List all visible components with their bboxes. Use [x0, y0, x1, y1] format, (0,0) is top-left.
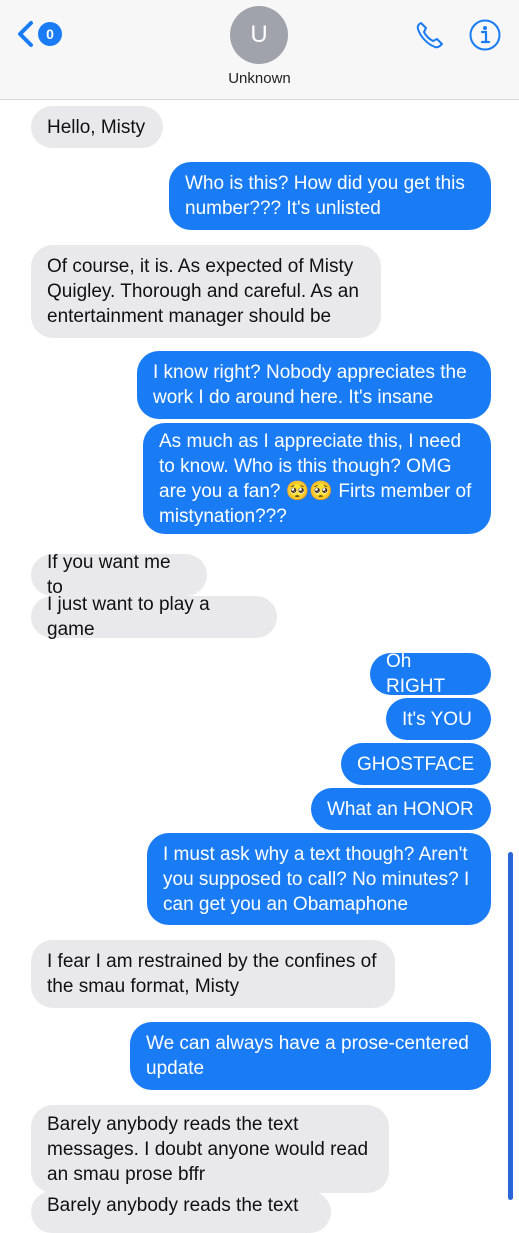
avatar-initial: U [250, 21, 268, 48]
unread-badge: 0 [38, 22, 62, 46]
message-bubble-incoming[interactable]: Barely anybody reads the text [31, 1191, 331, 1233]
message-bubble-outgoing[interactable]: I know right? Nobody appreciates the wor… [137, 351, 491, 419]
back-button[interactable]: 0 [16, 20, 62, 48]
message-bubble-outgoing[interactable]: As much as I appreciate this, I need to … [143, 423, 491, 534]
phone-icon [416, 22, 443, 49]
message-bubble-incoming[interactable]: I just want to play a game [31, 594, 277, 640]
message-bubble-outgoing[interactable]: What an HONOR [311, 788, 491, 830]
conversation-header: 0 U Unknown [0, 0, 519, 100]
message-bubble-outgoing[interactable]: It's YOU [386, 698, 491, 740]
message-bubble-incoming[interactable]: Barely anybody reads the text messages. … [31, 1105, 389, 1193]
call-button[interactable] [414, 19, 446, 51]
message-bubble-incoming[interactable]: Hello, Misty [31, 106, 163, 148]
info-icon [469, 19, 501, 51]
info-button[interactable] [468, 18, 502, 52]
message-bubble-incoming[interactable]: I fear I am restrained by the confines o… [31, 940, 395, 1008]
message-bubble-incoming[interactable]: If you want me to [31, 552, 207, 598]
message-bubble-outgoing[interactable]: Oh RIGHT [370, 651, 491, 697]
chevron-left-icon [18, 21, 33, 47]
message-bubble-outgoing[interactable]: Who is this? How did you get this number… [169, 162, 491, 230]
message-bubble-incoming[interactable]: Of course, it is. As expected of Misty Q… [31, 245, 381, 338]
contact-name[interactable]: Unknown [0, 70, 519, 87]
message-bubble-outgoing[interactable]: We can always have a prose-centered upda… [130, 1022, 491, 1090]
message-bubble-outgoing[interactable]: GHOSTFACE [341, 743, 491, 785]
message-bubble-outgoing[interactable]: I must ask why a text though? Aren't you… [147, 833, 491, 925]
avatar[interactable]: U [230, 6, 288, 64]
scrollbar[interactable] [508, 852, 513, 1200]
